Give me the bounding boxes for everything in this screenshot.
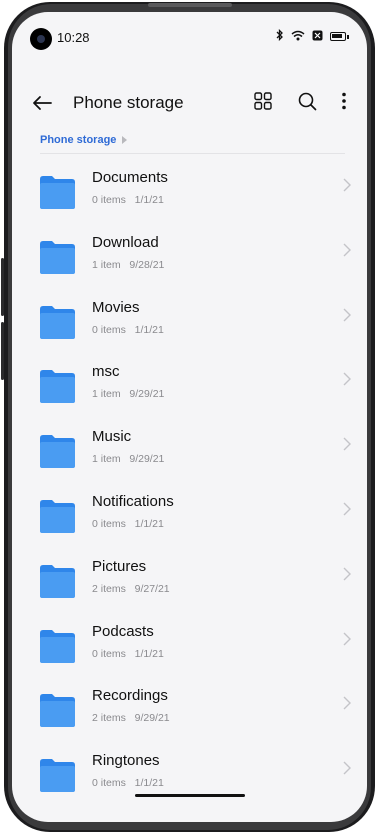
item-count: 0 items xyxy=(92,647,126,660)
folder-meta: 2 items 9/27/21 xyxy=(92,583,170,595)
folder-icon xyxy=(40,435,75,469)
modified-date: 9/29/21 xyxy=(134,712,170,725)
folder-meta: 0 items 1/1/21 xyxy=(92,648,164,660)
toolbar-actions xyxy=(241,88,359,114)
chevron-right-icon xyxy=(343,761,351,775)
back-arrow-icon[interactable] xyxy=(32,92,52,116)
status-icons xyxy=(276,28,349,44)
list-item[interactable]: Recordings 2 items 9/29/21 xyxy=(12,673,367,738)
status-bar: 10:28 xyxy=(12,12,367,54)
modified-date: 9/27/21 xyxy=(134,582,170,595)
chevron-right-icon xyxy=(343,308,351,322)
battery-cap xyxy=(347,34,349,39)
folder-name: Ringtones xyxy=(92,752,160,770)
folder-name: Documents xyxy=(92,169,168,186)
item-count: 1 item xyxy=(92,258,121,271)
folder-meta: 1 item 9/29/21 xyxy=(92,453,164,465)
wifi-icon xyxy=(291,30,305,44)
volume-button xyxy=(1,258,4,316)
modified-date: 9/29/21 xyxy=(129,388,165,401)
folder-icon xyxy=(40,176,75,209)
item-count: 0 items xyxy=(92,194,126,206)
earpiece-speaker xyxy=(148,3,232,7)
list-item[interactable]: Documents 0 items 1/1/21 xyxy=(12,155,367,220)
folder-meta: 1 item 9/29/21 xyxy=(92,388,164,400)
item-count: 2 items xyxy=(92,582,126,595)
screen: 10:28 Phone storage Phone storage Docume… xyxy=(12,12,367,822)
divider xyxy=(40,153,345,154)
list-item[interactable]: Movies 0 items 1/1/21 xyxy=(12,285,367,350)
folder-icon xyxy=(40,564,75,598)
modified-date: 1/1/21 xyxy=(134,194,164,206)
folder-icon xyxy=(40,305,75,339)
more-options-icon[interactable] xyxy=(329,88,359,114)
folder-icon xyxy=(40,370,75,404)
chevron-right-icon xyxy=(343,178,351,192)
folder-icon xyxy=(40,694,75,728)
folder-meta: 0 items 1/1/21 xyxy=(92,777,164,789)
modified-date: 1/1/21 xyxy=(134,517,164,530)
power-button xyxy=(1,322,4,380)
folder-icon xyxy=(40,759,75,793)
list-item[interactable]: Music 1 item 9/29/21 xyxy=(12,414,367,479)
grid-view-icon[interactable] xyxy=(241,88,285,114)
item-count: 2 items xyxy=(92,712,126,725)
folder-name: Pictures xyxy=(92,557,147,575)
list-item[interactable]: Pictures 2 items 9/27/21 xyxy=(12,544,367,609)
folder-name: Download xyxy=(92,233,159,251)
modified-date: 1/1/21 xyxy=(134,647,164,660)
chevron-right-icon xyxy=(343,696,351,710)
modified-date: 1/1/21 xyxy=(134,777,164,790)
toolbar: Phone storage xyxy=(12,84,367,128)
item-count: 1 item xyxy=(92,388,121,401)
modified-date: 9/28/21 xyxy=(129,258,165,271)
chevron-right-icon xyxy=(343,502,351,516)
home-indicator[interactable] xyxy=(135,794,245,797)
list-item[interactable]: Notifications 0 items 1/1/21 xyxy=(12,479,367,544)
folder-meta: 2 items 9/29/21 xyxy=(92,712,170,724)
sim-icon xyxy=(312,30,323,44)
item-count: 0 items xyxy=(92,323,126,336)
item-count: 0 items xyxy=(92,517,126,530)
chevron-right-icon xyxy=(343,632,351,646)
breadcrumb-label[interactable]: Phone storage xyxy=(40,134,116,146)
chevron-right-icon xyxy=(343,372,351,386)
folder-name: Podcasts xyxy=(92,622,154,640)
folder-icon xyxy=(40,629,75,663)
page-title: Phone storage xyxy=(73,93,184,112)
list-item[interactable]: Podcasts 0 items 1/1/21 xyxy=(12,609,367,674)
list-item[interactable]: Download 1 item 9/28/21 xyxy=(12,220,367,285)
folder-list: Documents 0 items 1/1/21 Download 1 item… xyxy=(12,155,367,803)
folder-meta: 0 items 1/1/21 xyxy=(92,324,164,336)
folder-icon xyxy=(40,240,75,274)
folder-name: Recordings xyxy=(92,687,168,705)
breadcrumb[interactable]: Phone storage xyxy=(40,134,128,146)
bluetooth-icon xyxy=(276,28,284,44)
folder-icon xyxy=(40,499,75,533)
folder-name: Movies xyxy=(92,298,140,316)
folder-name: Music xyxy=(92,428,132,446)
modified-date: 9/29/21 xyxy=(129,453,165,466)
status-time: 10:28 xyxy=(57,30,90,45)
breadcrumb-arrow-icon xyxy=(122,136,128,144)
item-count: 0 items xyxy=(92,777,126,790)
front-camera xyxy=(30,28,52,50)
modified-date: 1/1/21 xyxy=(134,323,164,336)
folder-meta: 0 items 1/1/21 xyxy=(92,518,164,530)
battery-icon xyxy=(330,32,346,41)
search-icon[interactable] xyxy=(285,88,329,114)
folder-name: msc xyxy=(92,363,120,381)
folder-name: Notifications xyxy=(92,492,174,510)
folder-meta: 1 item 9/28/21 xyxy=(92,259,164,271)
list-item[interactable]: msc 1 item 9/29/21 xyxy=(12,349,367,414)
chevron-right-icon xyxy=(343,567,351,581)
chevron-right-icon xyxy=(343,437,351,451)
item-count: 1 item xyxy=(92,453,121,466)
chevron-right-icon xyxy=(343,243,351,257)
folder-meta: 0 items 1/1/21 xyxy=(92,194,164,206)
